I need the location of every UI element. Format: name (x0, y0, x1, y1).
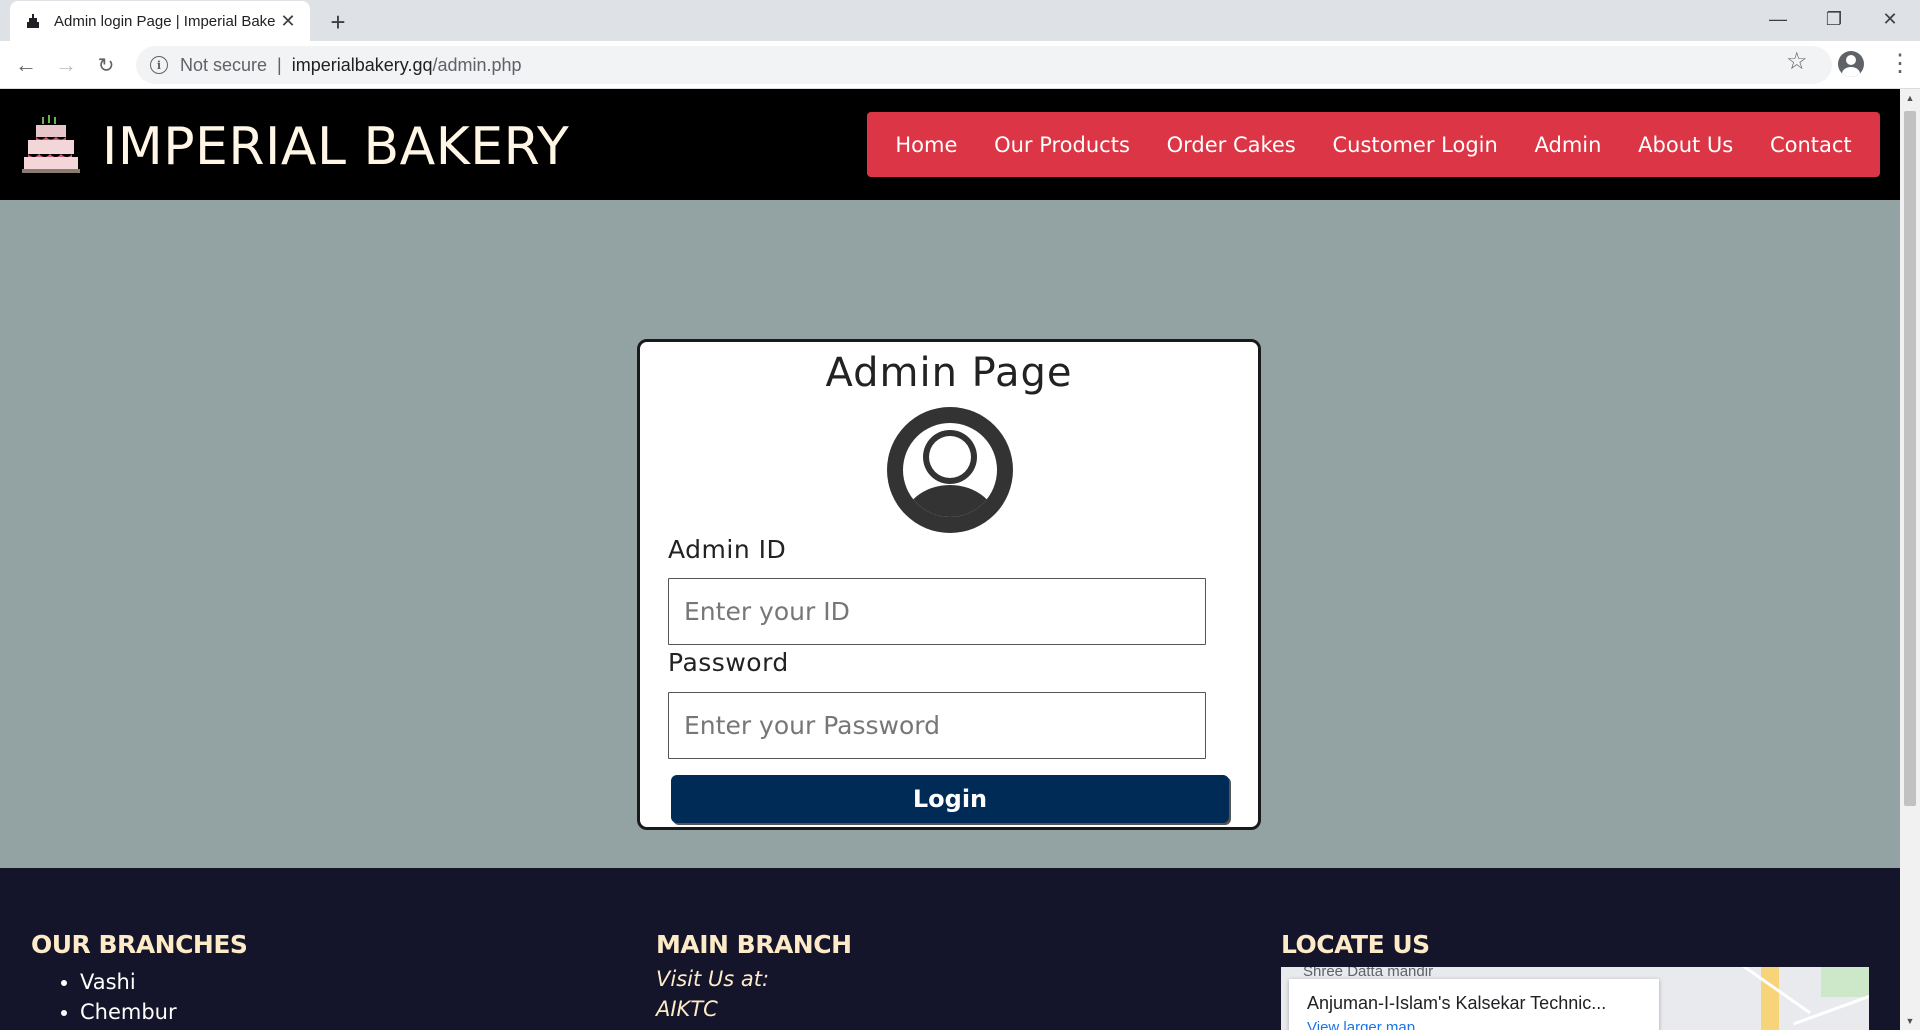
info-icon[interactable]: i (150, 56, 168, 74)
main-location: AIKTC (656, 997, 718, 1021)
view-larger-map-link[interactable]: View larger map (1307, 1019, 1415, 1030)
address-bar[interactable]: i Not secure | imperialbakery.gq/admin.p… (136, 46, 1832, 84)
back-arrow-icon[interactable]: ← (10, 49, 42, 81)
map-road (1761, 967, 1779, 1030)
visit-text: Visit Us at: (656, 967, 770, 991)
login-button[interactable]: Login (671, 775, 1229, 823)
scroll-down-arrow-icon[interactable]: ▼ (1900, 1012, 1920, 1030)
forward-arrow-icon[interactable]: → (50, 49, 82, 81)
menu-item-contact[interactable]: Contact (1770, 133, 1852, 157)
site-footer: OUR BRANCHES Vashi Chembur MAIN BRANCH V… (0, 868, 1900, 1030)
menu-item-about-us[interactable]: About Us (1638, 133, 1733, 157)
branch-item: Vashi (80, 967, 177, 997)
window-close-button[interactable]: ✕ (1862, 0, 1918, 38)
scroll-up-arrow-icon[interactable]: ▲ (1900, 89, 1920, 107)
url-host: imperialbakery.gq (291, 54, 433, 75)
site-header: IMPERIAL BAKERY Home Our Products Order … (0, 89, 1900, 200)
menu-item-customer-login[interactable]: Customer Login (1332, 133, 1497, 157)
menu-item-our-products[interactable]: Our Products (994, 133, 1130, 157)
minimize-button[interactable]: — (1750, 0, 1806, 38)
url-separator: | (277, 54, 282, 75)
password-input[interactable] (668, 692, 1206, 759)
user-avatar-icon (887, 407, 1013, 533)
admin-id-input[interactable] (668, 578, 1206, 645)
main-branch-heading: MAIN BRANCH (656, 930, 852, 959)
browser-toolbar: ← → ↻ i Not secure | imperialbakery.gq/a… (0, 41, 1920, 89)
map-park-area (1821, 967, 1869, 997)
map-info-card: Anjuman-I-Islam's Kalsekar Technic... Vi… (1289, 979, 1659, 1030)
menu-item-home[interactable]: Home (895, 133, 957, 157)
browser-tab-bar: Admin login Page | Imperial Bake ✕ + — ❐… (0, 0, 1920, 41)
admin-id-label: Admin ID (668, 535, 787, 564)
locate-heading: LOCATE US (1281, 930, 1430, 959)
bookmark-star-icon[interactable]: ☆ (1786, 47, 1808, 76)
url-path: /admin.php (432, 54, 522, 75)
branches-list: Vashi Chembur (54, 967, 177, 1027)
profile-avatar-icon[interactable] (1838, 51, 1864, 77)
branches-heading: OUR BRANCHES (31, 930, 248, 959)
site-brand[interactable]: IMPERIAL BAKERY (102, 117, 569, 177)
tab-close-icon[interactable]: ✕ (278, 11, 298, 31)
security-status: Not secure (180, 54, 268, 75)
menu-item-admin[interactable]: Admin (1535, 133, 1602, 157)
embedded-map[interactable]: Shree Datta mandir Anjuman-I-Islam's Kal… (1281, 967, 1869, 1030)
cake-logo-icon[interactable] (20, 113, 82, 175)
browser-menu-icon[interactable]: ⋮ (1888, 49, 1912, 78)
new-tab-button[interactable]: + (324, 7, 352, 37)
tab-title: Admin login Page | Imperial Bake (54, 12, 276, 30)
restore-button[interactable]: ❐ (1806, 0, 1862, 38)
page-scrollbar[interactable]: ▲ ▼ (1900, 89, 1920, 1030)
page-title: Admin Page (825, 350, 1073, 396)
branch-item: Chembur (80, 997, 177, 1027)
reload-icon[interactable]: ↻ (90, 49, 122, 81)
page-viewport: IMPERIAL BAKERY Home Our Products Order … (0, 89, 1920, 1030)
admin-login-card: Admin Page Admin ID Password Login (637, 339, 1261, 830)
browser-tab[interactable]: Admin login Page | Imperial Bake ✕ (10, 1, 310, 41)
main-menu: Home Our Products Order Cakes Customer L… (867, 112, 1880, 177)
map-place-name: Anjuman-I-Islam's Kalsekar Technic... (1307, 993, 1607, 1013)
password-label: Password (668, 648, 789, 677)
menu-item-order-cakes[interactable]: Order Cakes (1167, 133, 1296, 157)
scroll-thumb[interactable] (1904, 111, 1916, 806)
cake-favicon-icon (24, 12, 42, 30)
